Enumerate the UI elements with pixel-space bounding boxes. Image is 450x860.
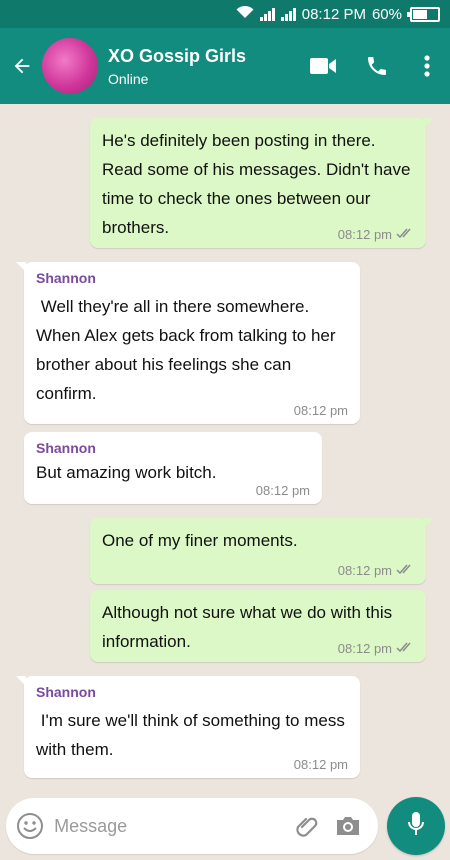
microphone-icon [406,810,426,843]
message-meta: 08:12 pm [256,483,310,498]
message-time: 08:12 pm [293,757,348,772]
message-text: Well they're all in there somewhere. Whe… [36,297,341,403]
message-bubble-incoming[interactable]: Shannon But amazing work bitch. 08:12 pm [24,432,322,504]
message-meta: 08:12 pm [294,757,348,772]
message-bubble-incoming[interactable]: Shannon I'm sure we'll think of somethin… [16,676,360,778]
microphone-button[interactable] [387,797,445,855]
message-text: But amazing work bitch. [36,463,217,482]
phone-icon[interactable] [350,28,404,104]
sender-name: Shannon [36,440,96,456]
video-call-icon[interactable] [296,28,350,104]
message-list[interactable]: He's definitely been posting in there. R… [0,104,450,794]
attach-icon[interactable] [286,813,327,839]
status-time: 08:12 PM [301,5,366,23]
chat-status: Online [108,70,149,87]
message-bubble-outgoing[interactable]: Although not sure what we do with this i… [90,590,426,662]
message-time: 08:12 pm [293,403,348,418]
message-time: 08:12 pm [337,641,392,656]
message-time: 08:12 pm [337,227,392,242]
message-text: I'm sure we'll think of something to mes… [36,711,350,759]
signal-icon [280,7,296,21]
chat-title: XO Gossip Girls [108,45,247,66]
message-time: 08:12 pm [337,563,392,578]
message-meta: 08:12 pm [338,227,414,242]
signal-icon [259,7,275,21]
message-text: One of my finer moments. [102,531,298,550]
avatar[interactable] [42,38,98,94]
chat-title-block[interactable]: XO Gossip Girls Online [108,46,296,87]
back-arrow-icon[interactable] [2,28,42,104]
emoji-icon[interactable] [6,812,54,840]
double-check-icon [396,563,414,578]
message-meta: 08:12 pm [338,641,414,656]
wifi-icon [236,5,254,23]
message-meta: 08:12 pm [338,563,414,578]
more-vert-icon[interactable] [404,28,450,104]
double-check-icon [396,641,414,656]
battery-icon [407,6,440,22]
chat-header: XO Gossip Girls Online [0,28,450,104]
message-time: 08:12 pm [255,483,310,498]
message-bubble-outgoing[interactable]: One of my finer moments. 08:12 pm [90,518,434,584]
battery-percent: 60% [371,5,402,23]
message-compose-bar [6,798,378,854]
message-bubble-outgoing[interactable]: He's definitely been posting in there. R… [90,118,434,248]
message-input[interactable] [54,815,287,837]
sender-name: Shannon [36,270,96,286]
sender-name: Shannon [36,684,96,700]
double-check-icon [396,227,414,242]
status-bar: 08:12 PM 60% [0,0,450,28]
message-meta: 08:12 pm [294,403,348,418]
message-text: He's definitely been posting in there. R… [102,131,411,237]
camera-icon[interactable] [327,814,368,838]
message-bubble-incoming[interactable]: Shannon Well they're all in there somewh… [16,262,360,424]
